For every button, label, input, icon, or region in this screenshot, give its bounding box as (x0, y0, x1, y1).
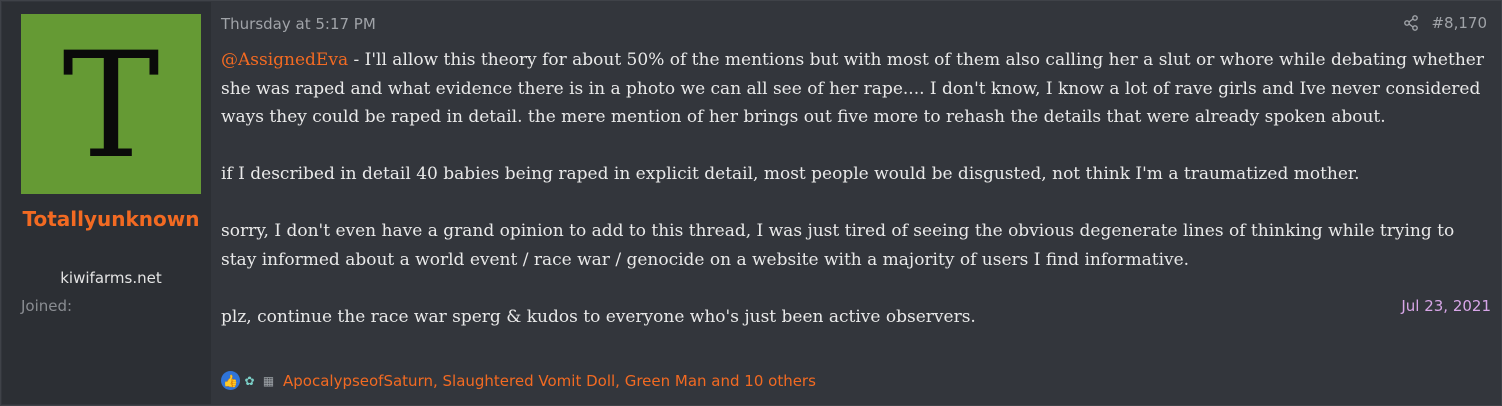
username-link[interactable]: Totallyunknown (15, 204, 207, 235)
avatar[interactable]: T (21, 14, 201, 194)
joined-label: Joined: (21, 297, 73, 315)
user-title: kiwifarms.net (60, 269, 162, 287)
post-paragraph-text: - I'll allow this theory for about 50% o… (221, 50, 1484, 127)
post-body: @AssignedEva - I'll allow this theory fo… (221, 46, 1486, 331)
post-paragraph: @AssignedEva - I'll allow this theory fo… (221, 46, 1486, 132)
flower-icon: ✿ (244, 373, 255, 388)
like-icon: 👍 (221, 371, 240, 390)
share-icon[interactable] (1403, 15, 1419, 31)
post-paragraph: if I described in detail 40 babies being… (221, 164, 1360, 184)
post-number-link[interactable]: #8,170 (1431, 14, 1487, 32)
post-paragraph: plz, continue the race war sperg & kudos… (221, 306, 976, 327)
mention-link[interactable]: @AssignedEva (221, 50, 348, 70)
reaction-icons: 👍 ✿ ▦ (221, 371, 278, 390)
book-icon: ▦ (262, 373, 275, 388)
post-actions: #8,170 (1403, 14, 1487, 32)
reaction-users-link[interactable]: ApocalypseofSaturn, Slaughtered Vomit Do… (283, 372, 816, 390)
forum-post: T Totallyunknown kiwifarms.net Joined: J… (0, 0, 1502, 406)
reactions-bar: 👍 ✿ ▦ ApocalypseofSaturn, Slaughtered Vo… (221, 371, 816, 390)
avatar-letter: T (62, 21, 160, 191)
post-date-link[interactable]: Thursday at 5:17 PM (221, 15, 376, 33)
post-paragraph: sorry, I don't even have a grand opinion… (221, 221, 1455, 270)
